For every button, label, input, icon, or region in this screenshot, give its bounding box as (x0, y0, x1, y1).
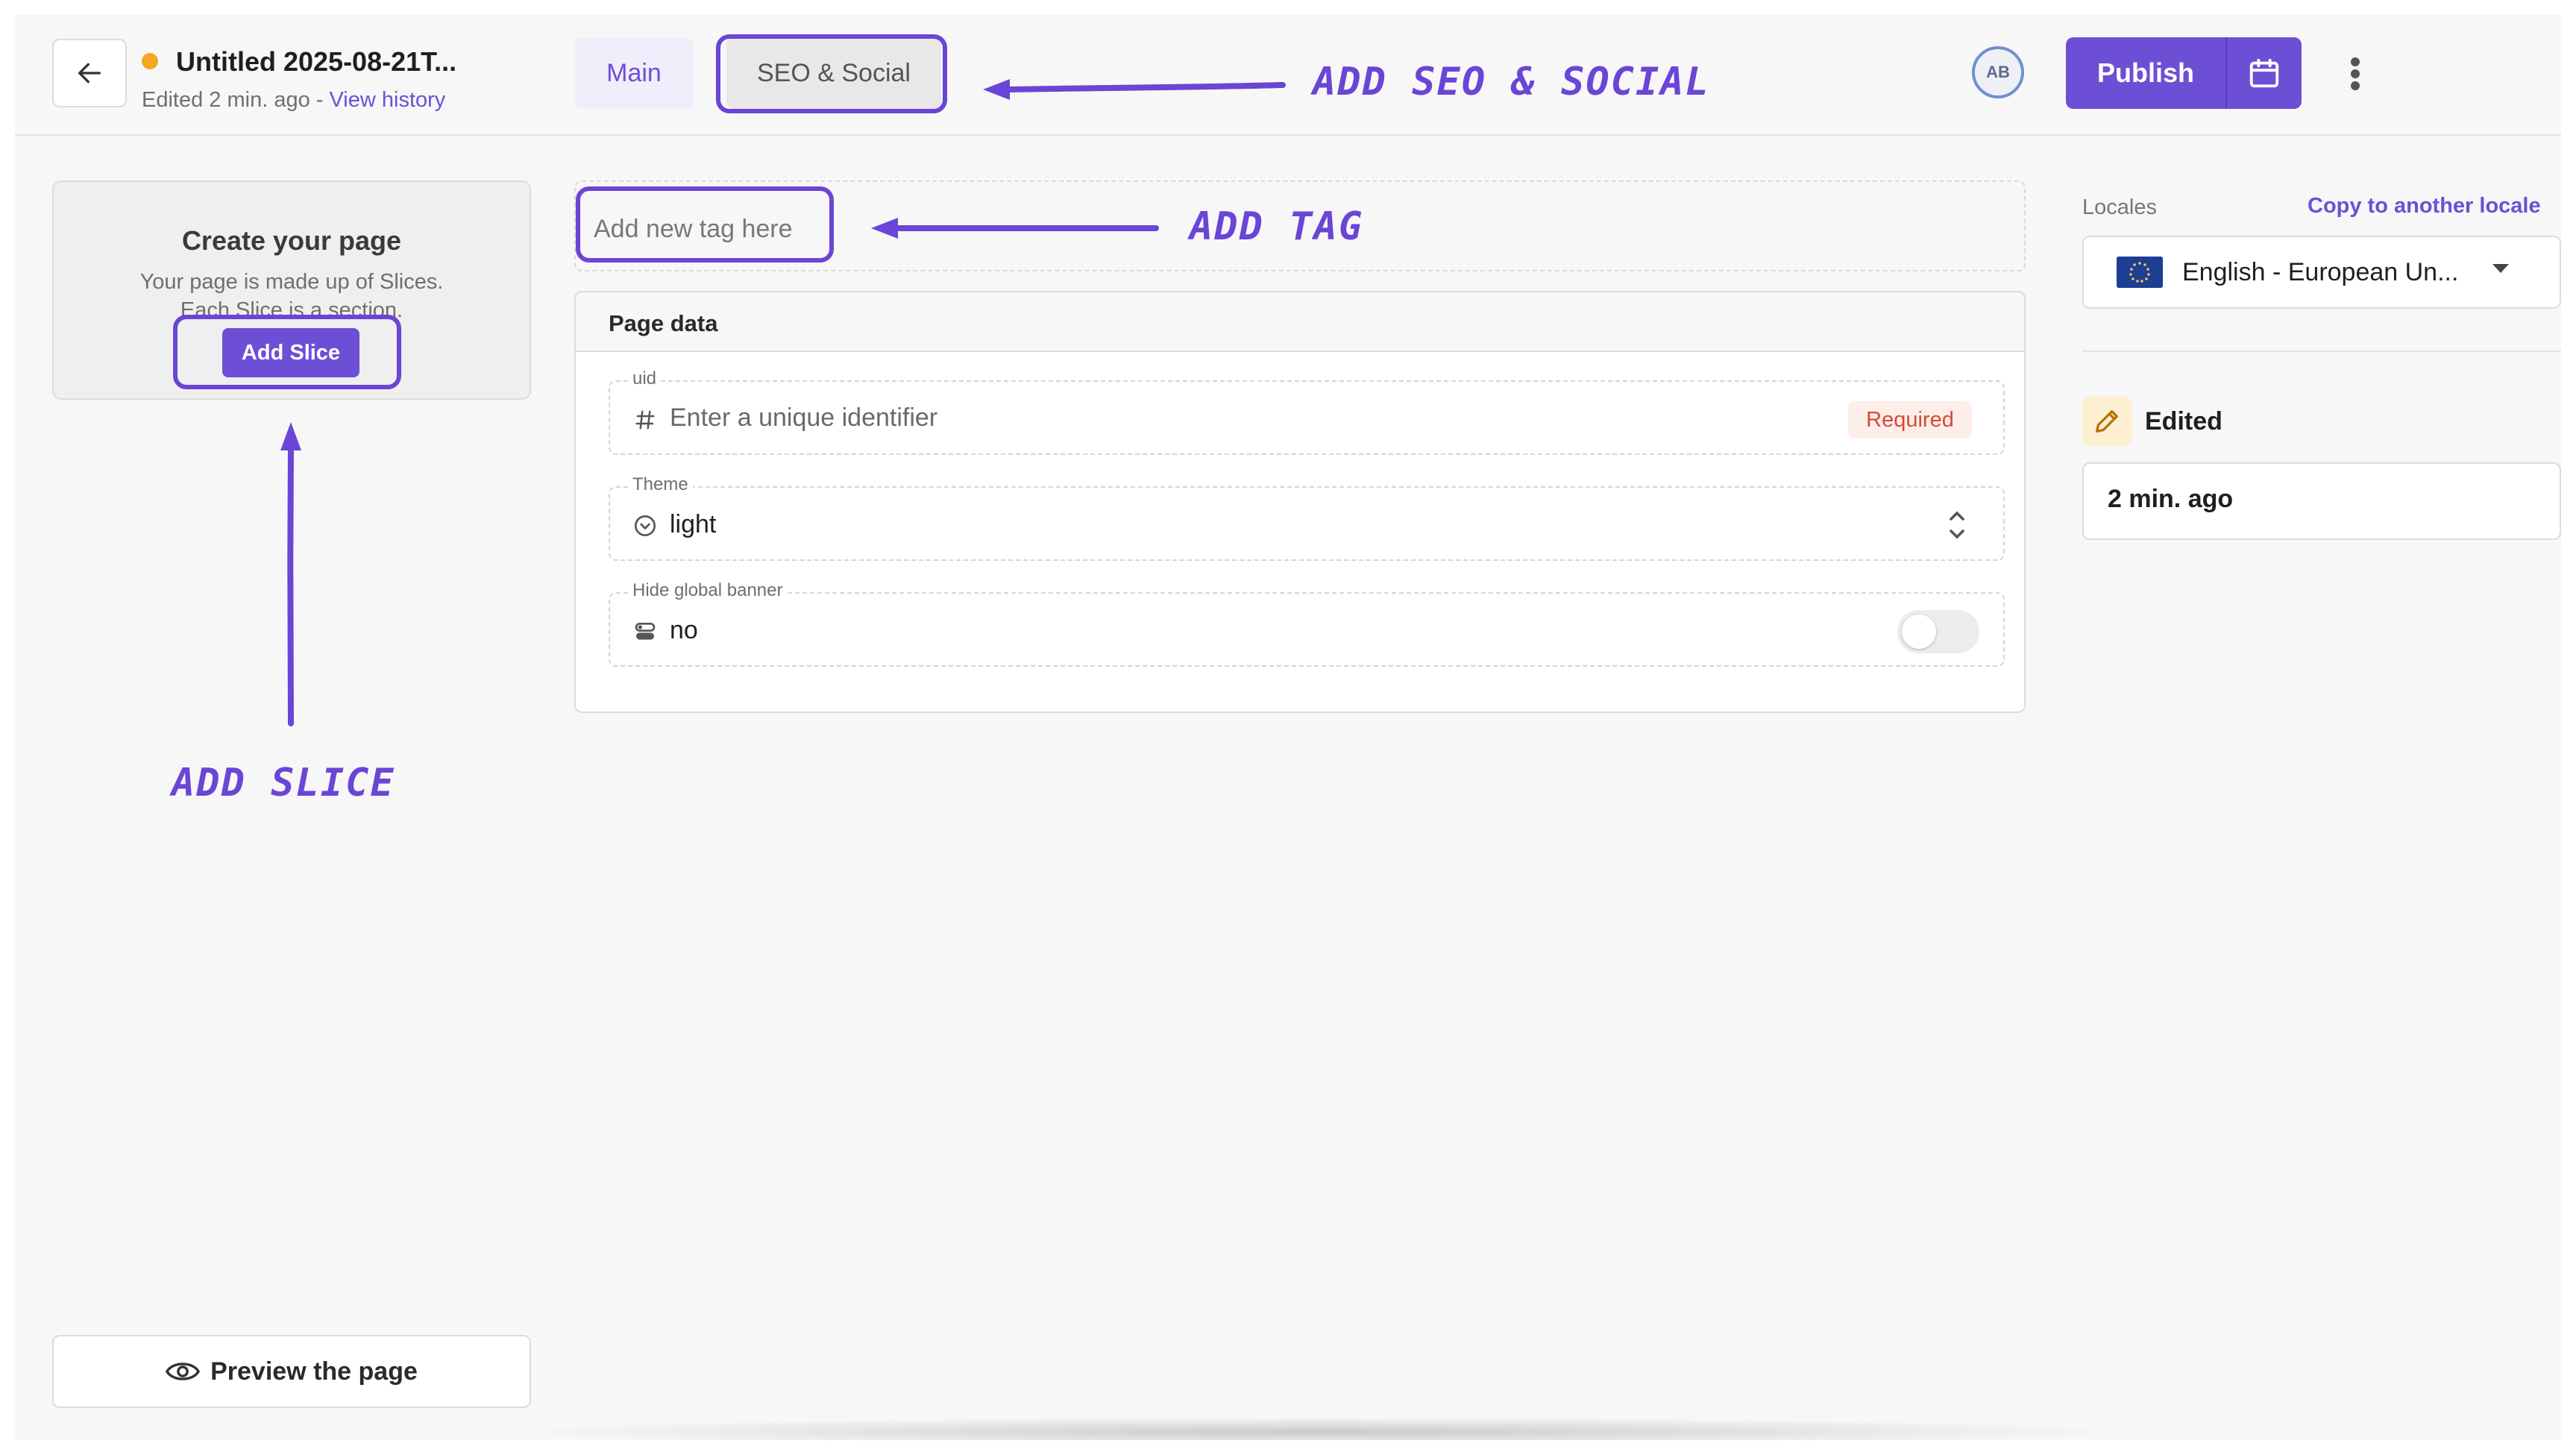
editor-screen: Untitled 2025-08-21T... Edited 2 min. ag… (15, 15, 2561, 1440)
annotation-tag-text: ADD TAG (1190, 204, 1364, 249)
toggle-icon (632, 619, 658, 644)
highlight-tag-input (576, 186, 834, 263)
uid-label: uid (628, 368, 662, 389)
schedule-button[interactable] (2227, 37, 2302, 109)
annotation-arrow-slice-icon (280, 422, 301, 726)
user-avatar[interactable]: AB (1972, 46, 2024, 98)
annotation-slice-text: ADD SLICE (172, 761, 395, 805)
caret-down-icon (2492, 264, 2509, 273)
locale-value: English - European Un... (2182, 258, 2459, 286)
page-data-title: Page data (609, 310, 718, 336)
status-time: 2 min. ago (2108, 485, 2234, 513)
locales-label: Locales (2082, 195, 2157, 219)
hide-banner-field: Hide global banner no (609, 580, 2005, 667)
create-page-title: Create your page (181, 225, 402, 256)
annotation-seo-text: ADD SEO & SOCIAL (1313, 60, 1710, 104)
status-label: Edited (2145, 407, 2222, 436)
back-button[interactable] (52, 39, 127, 107)
edited-info: Edited 2 min. ago - View history (142, 88, 445, 113)
hide-banner-value: no (670, 616, 698, 644)
eu-flag-icon (2117, 257, 2163, 288)
arrow-left-icon (78, 63, 101, 84)
hide-banner-toggle[interactable] (1897, 610, 1979, 653)
pencil-icon (2082, 397, 2132, 446)
preview-page-label: Preview the page (210, 1357, 418, 1386)
chevron-updown-icon (1950, 511, 1964, 539)
document-title: Untitled 2025-08-21T... (176, 46, 457, 77)
more-options-button[interactable] (2340, 48, 2370, 100)
right-divider (2082, 351, 2561, 352)
select-circle-icon (632, 513, 658, 538)
highlight-add-slice (173, 315, 401, 389)
publish-button[interactable]: Publish (2066, 37, 2225, 109)
theme-value: light (670, 510, 717, 538)
annotation-arrow-seo-icon (983, 79, 1286, 100)
annotation-arrow-tag-icon (871, 218, 1159, 239)
edited-text: Edited 2 min. ago - (142, 88, 330, 112)
bottom-shadow (500, 1417, 2140, 1440)
required-badge: Required (1848, 401, 1972, 439)
tab-main[interactable]: Main (574, 37, 694, 109)
preview-page-button[interactable]: Preview the page (52, 1335, 531, 1408)
hide-banner-label: Hide global banner (628, 580, 788, 601)
highlight-seo-tab (716, 34, 947, 113)
theme-select[interactable]: Theme light (609, 474, 2005, 561)
eye-icon (166, 1363, 201, 1380)
view-history-link[interactable]: View history (329, 88, 445, 112)
theme-label: Theme (628, 474, 693, 495)
more-vertical-icon (2351, 57, 2360, 90)
copy-to-locale-link[interactable]: Copy to another locale (2308, 194, 2541, 219)
uid-input[interactable] (664, 395, 1347, 440)
toggle-knob (1902, 615, 1936, 649)
calendar-icon (2249, 58, 2279, 88)
uid-field: uid Required (609, 368, 2005, 455)
hash-icon (632, 407, 658, 433)
status-dot (142, 53, 158, 69)
create-page-description: Your page is made up of Slices. (139, 270, 444, 294)
page-data-header (574, 291, 2026, 352)
